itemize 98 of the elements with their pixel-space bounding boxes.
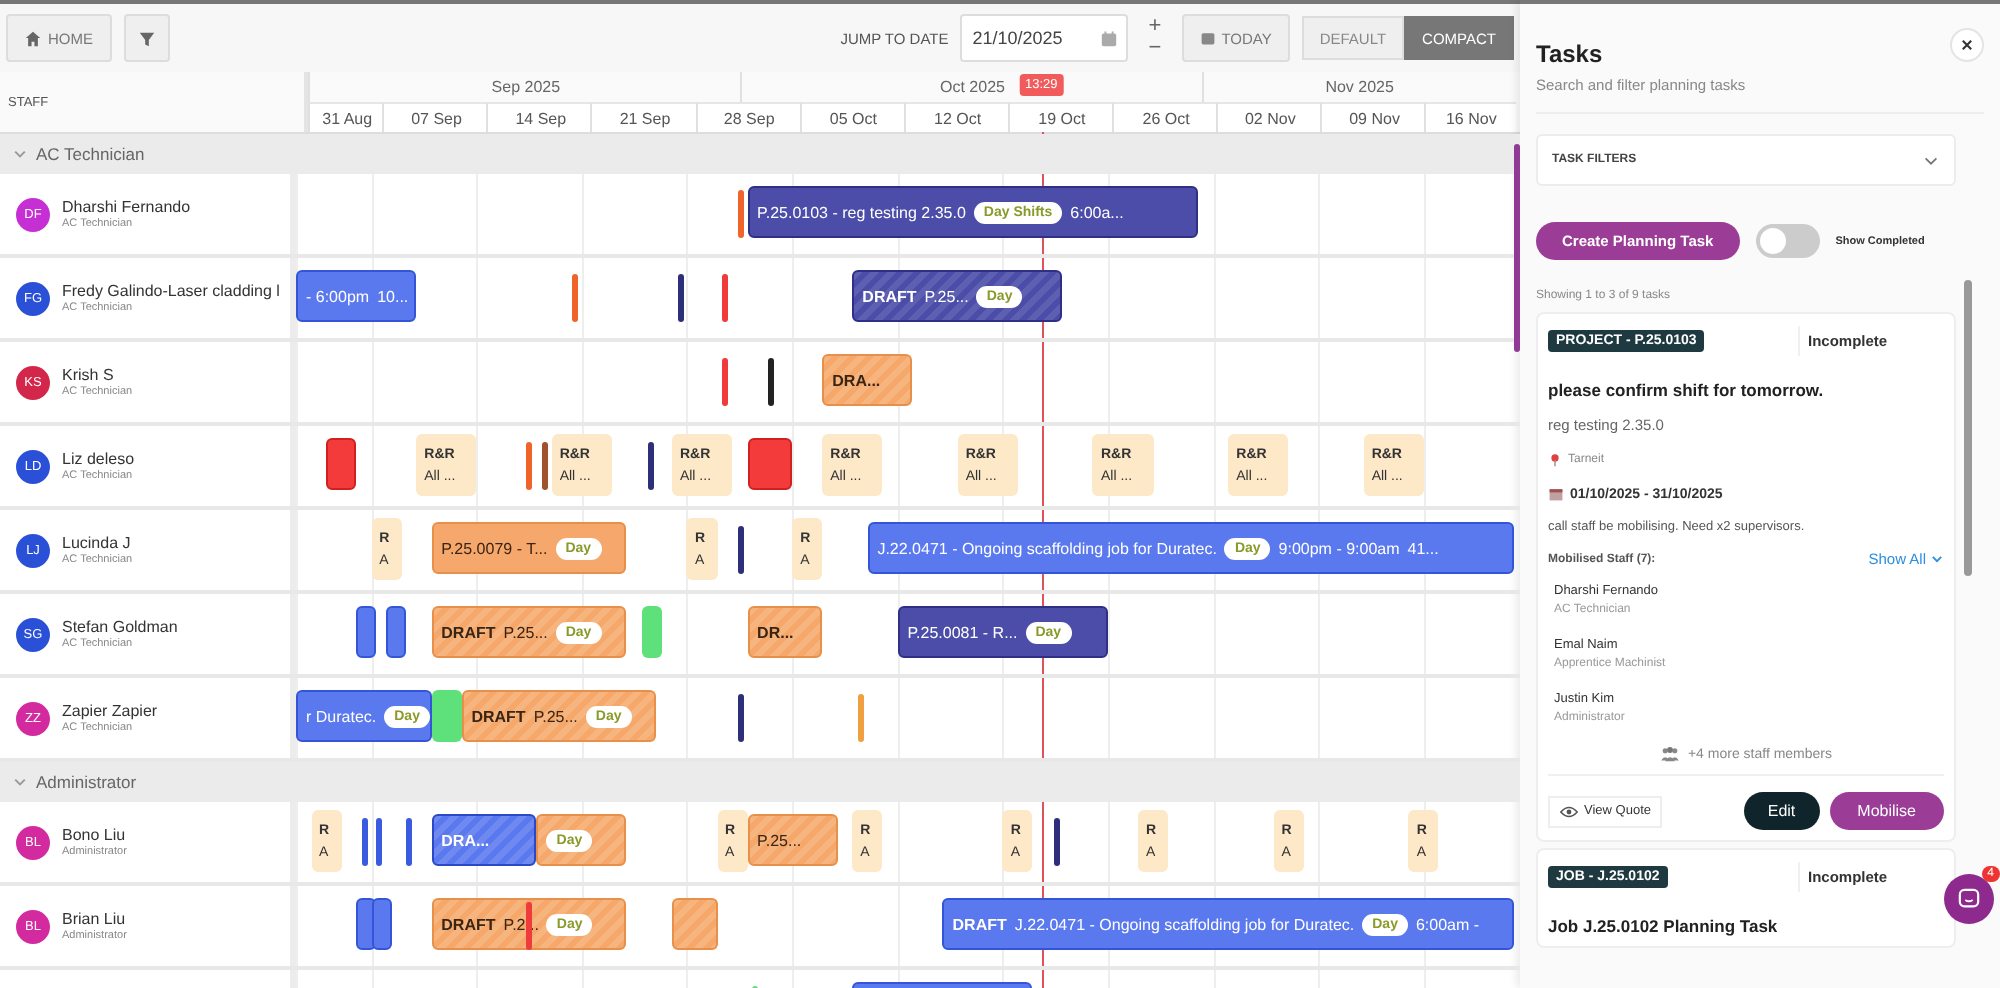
staff-name: Stefan Goldman: [62, 618, 178, 636]
job-bar[interactable]: [356, 606, 377, 658]
bar-tag: DRA...: [832, 371, 881, 389]
week-label: 19 Oct: [1038, 109, 1086, 127]
bar-tag: DR...: [757, 623, 794, 641]
bar-label: P.25.0079 - T...: [441, 539, 548, 557]
bar-tag: DRAFT: [471, 707, 526, 725]
pin-icon: [1548, 452, 1562, 468]
draft-bar[interactable]: DR...: [747, 606, 823, 658]
time-label: 9:00pm - 9:00am: [1278, 539, 1400, 557]
panel-title: Tasks: [1536, 40, 1605, 68]
zoom-in-button[interactable]: +: [1140, 16, 1170, 38]
week-label: 12 Oct: [934, 109, 982, 127]
show-completed-toggle[interactable]: [1755, 224, 1820, 258]
bar-label: P.25.0103 - reg testing 2.35.0: [757, 203, 966, 221]
draft-job-bar[interactable]: DRA...: [431, 814, 537, 866]
time-label: 10...: [377, 287, 409, 305]
marker-line[interactable]: [571, 274, 578, 322]
close-icon: [1960, 38, 1974, 52]
staff-name: Fredy Galindo-Laser cladding l: [62, 282, 280, 300]
month-label: Nov 2025: [1325, 78, 1394, 96]
home-icon: [24, 29, 42, 47]
marker-line[interactable]: [722, 274, 729, 322]
job-bar[interactable]: [386, 606, 407, 658]
scrollbar[interactable]: [1964, 280, 1972, 576]
group-label: AC Technician: [36, 144, 145, 164]
filter-icon: [137, 29, 155, 47]
marker-line[interactable]: [737, 694, 744, 742]
marker-line[interactable]: [647, 442, 654, 490]
edit-button[interactable]: Edit: [1743, 792, 1820, 830]
bar-tag: DRAFT: [441, 915, 496, 933]
week-label: 05 Oct: [829, 109, 877, 127]
date-field[interactable]: 21/10/2025: [960, 14, 1129, 62]
group-label: Administrator: [36, 772, 137, 792]
marker-line[interactable]: [1053, 818, 1060, 866]
chat-icon: [1958, 888, 1980, 910]
marker-line[interactable]: [406, 818, 413, 866]
week-label: 16 Nov: [1445, 109, 1497, 127]
leave-block[interactable]: [747, 438, 793, 490]
week-label: 26 Oct: [1142, 109, 1190, 127]
zoom-out-button[interactable]: −: [1140, 38, 1170, 60]
filter-button[interactable]: [123, 14, 169, 62]
marker-line[interactable]: [737, 526, 744, 574]
bar-label: J.22.0471 - Ongoing scaffolding job for Duratec.: [877, 539, 1217, 557]
marker-line[interactable]: [376, 818, 383, 866]
draft-bar[interactable]: DRA...: [822, 354, 913, 406]
time-label: 6:00am -: [1415, 915, 1480, 933]
marker-line[interactable]: [541, 442, 548, 490]
week-label: 28 Sep: [723, 109, 775, 127]
marker-line[interactable]: [526, 442, 533, 490]
week-label: 07 Sep: [411, 109, 462, 127]
marker-line[interactable]: [722, 358, 729, 406]
staff-name: Brian Liu: [62, 910, 127, 928]
bar-label: P.25...: [533, 707, 578, 725]
marker-line[interactable]: [767, 358, 774, 406]
staff-name: Krish S: [62, 366, 116, 384]
bar-tag: DRAFT: [952, 915, 1007, 933]
bar-tag: DRAFT: [862, 287, 917, 305]
job-bar[interactable]: [371, 898, 392, 950]
bar-label: P.25...: [503, 623, 548, 641]
time-label: 6:00a...: [1070, 203, 1124, 221]
scrollbar[interactable]: [1514, 144, 1520, 352]
close-button[interactable]: [1950, 28, 1984, 62]
staff-name: Dharshi Fernando: [62, 198, 191, 216]
bar-label: P.25...: [924, 287, 969, 305]
marker-line[interactable]: [857, 694, 864, 742]
bar-label: P.25...: [757, 831, 802, 849]
bar-tag: DRA...: [441, 831, 490, 849]
staff-name: Lucinda J: [62, 534, 133, 552]
staff-name: Bono Liu: [62, 826, 127, 844]
week-label: 21 Sep: [619, 109, 671, 127]
draft-bar[interactable]: P.25...: [747, 814, 838, 866]
week-label: 02 Nov: [1244, 109, 1296, 127]
marker-line[interactable]: [361, 818, 368, 866]
month-label: Oct 2025: [940, 78, 1005, 96]
marker-line[interactable]: [677, 274, 684, 322]
week-label: 14 Sep: [515, 109, 567, 127]
eye-icon: [1560, 805, 1578, 817]
task-title: please confirm shift for tomorrow.: [1548, 380, 1826, 400]
week-label: 31 Aug: [322, 109, 373, 127]
staff-name: Liz deleso: [62, 450, 135, 468]
chevron-down-icon: [1930, 552, 1944, 566]
bar-label: P.25.0081 - R...: [907, 623, 1018, 641]
people-icon: [1659, 746, 1680, 762]
bar-label: J.22.0471 - Ongoing scaffolding job for Duratec.: [1014, 915, 1355, 933]
bar-tag: DRAFT: [441, 623, 496, 641]
bar-label: r Duratec.: [306, 707, 377, 725]
week-label: 09 Nov: [1349, 109, 1400, 127]
leave-block[interactable]: [326, 438, 357, 490]
staff-name: Zapier Zapier: [62, 702, 158, 720]
mobilise-button[interactable]: Mobilise: [1829, 792, 1944, 830]
shift-block[interactable]: [431, 690, 462, 742]
job-bar[interactable]: - 6:00pm 10...: [296, 270, 417, 322]
bar-label: - 6:00pm: [306, 287, 370, 305]
hours-label: 41...: [1407, 539, 1439, 557]
month-label: Sep 2025: [491, 78, 561, 96]
marker-line[interactable]: [737, 190, 744, 238]
task-title: Job J.25.0102 Planning Task: [1548, 916, 1780, 936]
